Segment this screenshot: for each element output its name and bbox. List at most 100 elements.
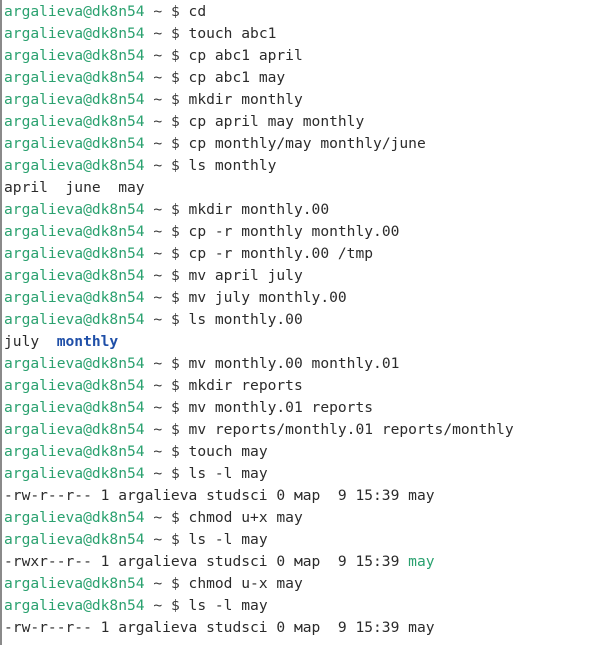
prompt-symbol: ~ $ [144,399,189,416]
output-line: july monthly [4,331,514,353]
prompt-symbol: ~ $ [144,47,189,64]
command-text: cp monthly/may monthly/june [188,135,426,152]
prompt-user-host: argalieva@dk8n54 [4,465,145,482]
prompt-user-host: argalieva@dk8n54 [4,113,145,130]
command-text: ls monthly [188,157,277,174]
prompt-user-host: argalieva@dk8n54 [4,421,145,438]
prompt-symbol: ~ $ [144,377,189,394]
prompt-symbol: ~ $ [144,355,189,372]
command-line: argalieva@dk8n54 ~ $ mkdir monthly [4,89,514,111]
output-text: april june may [4,179,145,196]
output-line: -rwxr--r-- 1 argalieva studsci 0 мар 9 1… [4,551,514,573]
command-text: mkdir reports [188,377,303,394]
command-line: argalieva@dk8n54 ~ $ mv monthly.01 repor… [4,397,514,419]
prompt-symbol: ~ $ [144,575,189,592]
prompt-user-host: argalieva@dk8n54 [4,289,145,306]
output-line: -rw-r--r-- 1 argalieva studsci 0 мар 9 1… [4,485,514,507]
prompt-user-host: argalieva@dk8n54 [4,355,145,372]
prompt-user-host: argalieva@dk8n54 [4,443,145,460]
command-line: argalieva@dk8n54 ~ $ ls -l may [4,595,514,617]
output-text: july [4,333,57,350]
prompt-symbol: ~ $ [144,311,189,328]
command-line: argalieva@dk8n54 ~ $ cd [4,1,514,23]
command-text: cp april may monthly [188,113,365,130]
directory-entry: monthly [56,333,119,350]
command-text: ls -l may [188,531,268,548]
command-line: argalieva@dk8n54 ~ $ ls -l may [4,529,514,551]
command-line: argalieva@dk8n54 ~ $ cp abc1 may [4,67,514,89]
window-left-border [0,0,2,645]
command-text: ls -l may [188,597,268,614]
command-line: argalieva@dk8n54 ~ $ mkdir monthly.00 [4,199,514,221]
prompt-symbol: ~ $ [144,135,189,152]
command-text: mv reports/monthly.01 reports/monthly [188,421,514,438]
prompt-user-host: argalieva@dk8n54 [4,377,145,394]
command-text: ls monthly.00 [188,311,303,328]
command-text: mv april july [188,267,303,284]
command-line: argalieva@dk8n54 ~ $ touch may [4,441,514,463]
prompt-symbol: ~ $ [144,113,189,130]
prompt-user-host: argalieva@dk8n54 [4,157,145,174]
terminal-output: argalieva@dk8n54 ~ $ cd argalieva@dk8n54 … [4,1,514,639]
prompt-symbol: ~ $ [144,421,189,438]
prompt-user-host: argalieva@dk8n54 [4,201,145,218]
prompt-symbol: ~ $ [144,69,189,86]
command-text: mkdir monthly.00 [188,201,330,218]
prompt-user-host: argalieva@dk8n54 [4,311,145,328]
prompt-symbol: ~ $ [144,91,189,108]
prompt-symbol: ~ $ [144,201,189,218]
command-text: mkdir monthly [188,91,303,108]
command-line: argalieva@dk8n54 ~ $ cp -r monthly month… [4,221,514,243]
command-line: argalieva@dk8n54 ~ $ mv reports/monthly.… [4,419,514,441]
prompt-user-host: argalieva@dk8n54 [4,597,145,614]
command-text: cp -r monthly monthly.00 [188,223,400,240]
command-line: argalieva@dk8n54 ~ $ touch abc1 [4,23,514,45]
prompt-user-host: argalieva@dk8n54 [4,91,145,108]
prompt-user-host: argalieva@dk8n54 [4,135,145,152]
output-text: -rwxr--r-- 1 argalieva studsci 0 мар 9 1… [4,553,409,570]
prompt-user-host: argalieva@dk8n54 [4,531,145,548]
prompt-user-host: argalieva@dk8n54 [4,575,145,592]
command-line: argalieva@dk8n54 ~ $ mkdir reports [4,375,514,397]
command-text: cp abc1 april [188,47,303,64]
prompt-user-host: argalieva@dk8n54 [4,3,145,20]
prompt-user-host: argalieva@dk8n54 [4,245,145,262]
command-text: mv monthly.01 reports [188,399,374,416]
prompt-user-host: argalieva@dk8n54 [4,267,145,284]
command-line: argalieva@dk8n54 ~ $ chmod u-x may [4,573,514,595]
command-text: chmod u+x may [188,509,303,526]
output-line: -rw-r--r-- 1 argalieva studsci 0 мар 9 1… [4,617,514,639]
prompt-symbol: ~ $ [144,289,189,306]
prompt-user-host: argalieva@dk8n54 [4,69,145,86]
command-line: argalieva@dk8n54 ~ $ mv april july [4,265,514,287]
command-line: argalieva@dk8n54 ~ $ ls monthly [4,155,514,177]
prompt-symbol: ~ $ [144,443,189,460]
command-text: cp abc1 may [188,69,286,86]
command-text: touch may [188,443,268,460]
prompt-symbol: ~ $ [144,531,189,548]
command-text: mv july monthly.00 [188,289,347,306]
command-line: argalieva@dk8n54 ~ $ ls monthly.00 [4,309,514,331]
prompt-symbol: ~ $ [144,223,189,240]
prompt-symbol: ~ $ [144,157,189,174]
command-line: argalieva@dk8n54 ~ $ cp -r monthly.00 /t… [4,243,514,265]
prompt-symbol: ~ $ [144,267,189,284]
prompt-symbol: ~ $ [144,245,189,262]
output-line: april june may [4,177,514,199]
command-text: chmod u-x may [188,575,303,592]
prompt-user-host: argalieva@dk8n54 [4,47,145,64]
prompt-symbol: ~ $ [144,3,189,20]
output-text: -rw-r--r-- 1 argalieva studsci 0 мар 9 1… [4,487,435,504]
command-text: mv monthly.00 monthly.01 [188,355,400,372]
output-text: -rw-r--r-- 1 argalieva studsci 0 мар 9 1… [4,619,435,636]
prompt-symbol: ~ $ [144,509,189,526]
executable-entry: may [408,553,435,570]
terminal-window[interactable]: argalieva@dk8n54 ~ $ cd argalieva@dk8n54 … [0,0,598,645]
prompt-symbol: ~ $ [144,25,189,42]
command-text: ls -l may [188,465,268,482]
command-line: argalieva@dk8n54 ~ $ chmod u+x may [4,507,514,529]
command-line: argalieva@dk8n54 ~ $ cp abc1 april [4,45,514,67]
command-text: cd [188,3,207,20]
command-line: argalieva@dk8n54 ~ $ mv july monthly.00 [4,287,514,309]
prompt-user-host: argalieva@dk8n54 [4,399,145,416]
